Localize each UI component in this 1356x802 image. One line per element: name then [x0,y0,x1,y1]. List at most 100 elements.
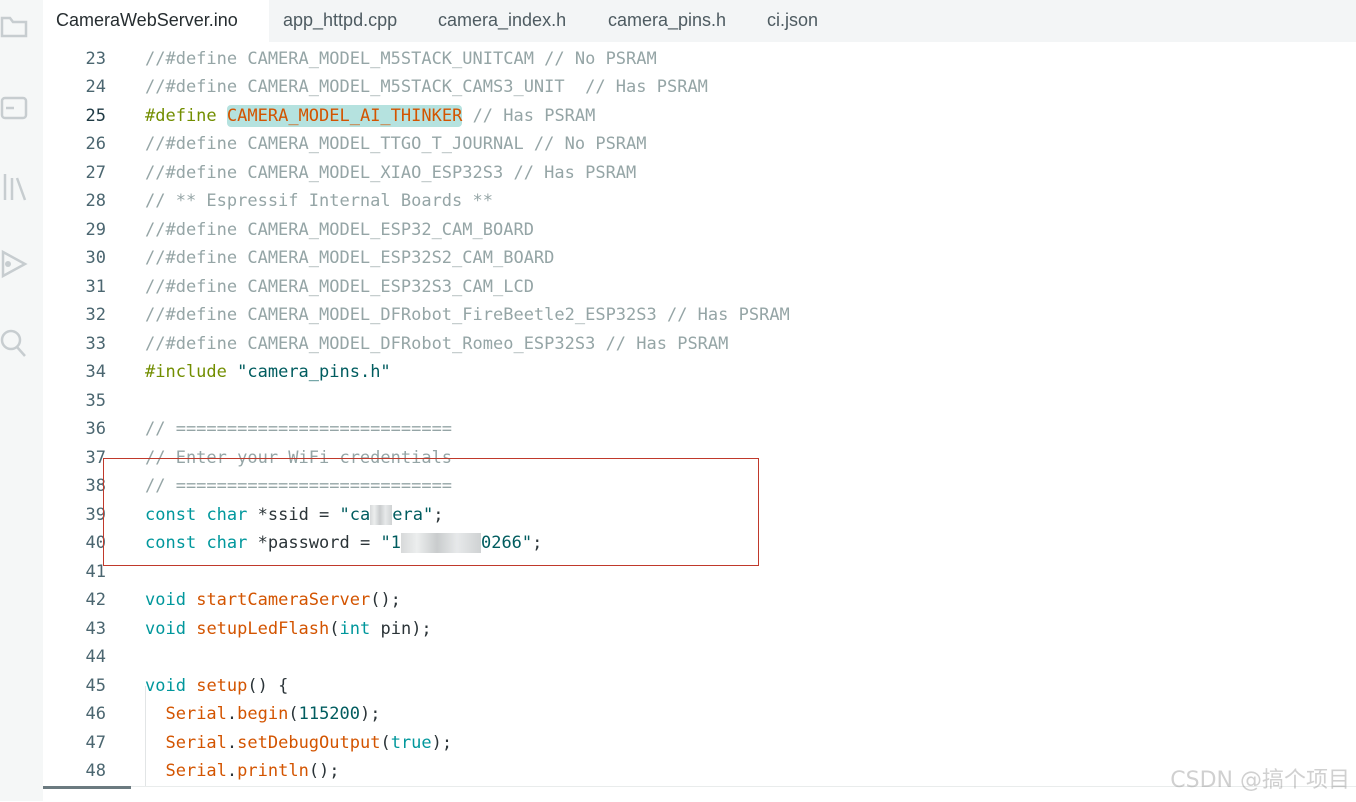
punctuation: ); [360,704,381,724]
punctuation: ( [288,704,299,724]
tab-camera-pins-h[interactable]: camera_pins.h [595,0,739,42]
string-literal: "camera_pins.h" [237,362,391,382]
search-icon[interactable] [0,322,30,362]
editor-tab-bar: CameraWebServer.ino app_httpd.cpp camera… [43,0,1356,42]
code-line[interactable]: 35 [43,387,1356,415]
code-text: #define CAMERA_MODEL_AI_THINKER // Has P… [145,102,595,130]
line-number: 38 [85,476,106,496]
comment: //#define CAMERA_MODEL_DFRobot_Romeo_ESP… [145,334,729,354]
code-line[interactable]: 48 Serial.println(); [43,757,1356,785]
comment: // =========================== [145,419,453,439]
function-name: startCameraServer [196,590,371,610]
code-text: void setupLedFlash(int pin); [145,615,432,643]
code-line[interactable]: 44 [43,643,1356,671]
comment: //#define CAMERA_MODEL_TTGO_T_JOURNAL //… [145,134,647,154]
code-text: //#define CAMERA_MODEL_TTGO_T_JOURNAL //… [145,130,647,158]
code-line[interactable]: 23 //#define CAMERA_MODEL_M5STACK_UNITCA… [43,45,1356,73]
line-number: 39 [85,505,106,525]
function-name: setupLedFlash [196,619,330,639]
line-number: 37 [85,448,106,468]
object-name: Serial [165,761,227,781]
punctuation: . [226,704,238,724]
tab-app-httpd-cpp[interactable]: app_httpd.cpp [270,0,410,42]
comment: //#define CAMERA_MODEL_ESP32S3_CAM_LCD [145,277,534,297]
code-line[interactable]: 24 //#define CAMERA_MODEL_M5STACK_CAMS3_… [43,73,1356,101]
preprocessor-directive: #define [145,106,217,126]
code-editor[interactable]: 23 //#define CAMERA_MODEL_M5STACK_UNITCA… [43,42,1356,786]
comment: //#define CAMERA_MODEL_DFRobot_FireBeetl… [145,305,790,325]
code-text: //#define CAMERA_MODEL_DFRobot_Romeo_ESP… [145,330,728,358]
comment: //#define CAMERA_MODEL_XIAO_ESP32S3 // H… [145,163,637,183]
debug-icon[interactable] [0,244,30,284]
line-number: 36 [85,419,106,439]
code-line[interactable]: 31 //#define CAMERA_MODEL_ESP32S3_CAM_LC… [43,273,1356,301]
punctuation: (); [308,761,340,781]
object-name: Serial [165,733,227,753]
punctuation: pin); [380,619,432,639]
comment: //#define CAMERA_MODEL_ESP32_CAM_BOARD [145,220,534,240]
line-number: 40 [85,533,106,553]
line-number: 48 [85,761,106,781]
code-line[interactable]: 45 void setup() { [43,672,1356,700]
line-number: 23 [85,49,106,69]
code-line[interactable]: 47 Serial.setDebugOutput(true); [43,729,1356,757]
method-name: setDebugOutput [237,733,381,753]
line-number: 32 [85,305,106,325]
code-line-active[interactable]: 25 #define CAMERA_MODEL_AI_THINKER // Ha… [43,102,1356,130]
watermark: CSDN @搞个项目 [1170,768,1350,793]
code-text: Serial.setDebugOutput(true); [145,729,452,757]
code-line[interactable]: 36 // =========================== [43,415,1356,443]
code-line[interactable]: 34 #include "camera_pins.h" [43,358,1356,386]
tab-camerawebserver-ino[interactable]: CameraWebServer.ino [43,0,269,42]
code-line[interactable]: 30 //#define CAMERA_MODEL_ESP32S2_CAM_BO… [43,244,1356,272]
code-line[interactable]: 28 // ** Espressif Internal Boards ** [43,187,1356,215]
code-line[interactable]: 42 void startCameraServer(); [43,586,1356,614]
code-line[interactable]: 46 Serial.begin(115200); [43,700,1356,728]
line-number: 35 [85,391,106,411]
boolean-literal: true [390,733,432,753]
line-number: 28 [85,191,106,211]
code-line[interactable]: 32 //#define CAMERA_MODEL_DFRobot_FireBe… [43,301,1356,329]
scrollbar-thumb[interactable] [43,786,131,789]
line-number: 45 [85,676,106,696]
line-number: 33 [85,334,106,354]
punctuation: (); [370,590,401,610]
line-number: 31 [85,277,106,297]
code-line[interactable]: 27 //#define CAMERA_MODEL_XIAO_ESP32S3 /… [43,159,1356,187]
line-number: 46 [85,704,106,724]
comment: //#define CAMERA_MODEL_M5STACK_UNITCAM /… [145,49,657,69]
tab-camera-index-h[interactable]: camera_index.h [425,0,579,42]
comment: // Has PSRAM [472,106,596,126]
tab-ci-json[interactable]: ci.json [754,0,831,42]
code-line[interactable]: 26 //#define CAMERA_MODEL_TTGO_T_JOURNAL… [43,130,1356,158]
comment: //#define CAMERA_MODEL_ESP32S2_CAM_BOARD [145,248,555,268]
library-manager-icon[interactable] [0,166,30,206]
code-text: //#define CAMERA_MODEL_XIAO_ESP32S3 // H… [145,159,636,187]
code-text: #include "camera_pins.h" [145,358,391,386]
line-number: 34 [85,362,106,382]
line-number: 44 [85,647,106,667]
preprocessor-directive: #include [145,362,227,382]
folder-icon[interactable] [0,6,30,46]
punctuation: ( [380,733,391,753]
code-text: //#define CAMERA_MODEL_ESP32S2_CAM_BOARD [145,244,554,272]
line-number: 41 [85,562,106,582]
line-number: 30 [85,248,106,268]
code-line[interactable]: 33 //#define CAMERA_MODEL_DFRobot_Romeo_… [43,330,1356,358]
code-text: Serial.begin(115200); [145,700,381,728]
horizontal-scrollbar[interactable] [43,786,1356,802]
line-number: 42 [85,590,106,610]
board-manager-icon[interactable] [0,88,30,128]
code-text: void startCameraServer(); [145,586,401,614]
code-text: //#define CAMERA_MODEL_M5STACK_CAMS3_UNI… [145,73,708,101]
punctuation: . [226,761,238,781]
code-text: Serial.println(); [145,757,340,785]
code-text: // ** Espressif Internal Boards ** [145,187,493,215]
code-line[interactable]: 43 void setupLedFlash(int pin); [43,615,1356,643]
highlight-annotation-box [103,458,759,566]
punctuation: ); [431,733,453,753]
type-keyword: int [339,619,371,639]
type-keyword: void [145,676,186,696]
code-line[interactable]: 29 //#define CAMERA_MODEL_ESP32_CAM_BOAR… [43,216,1356,244]
line-number: 26 [85,134,106,154]
